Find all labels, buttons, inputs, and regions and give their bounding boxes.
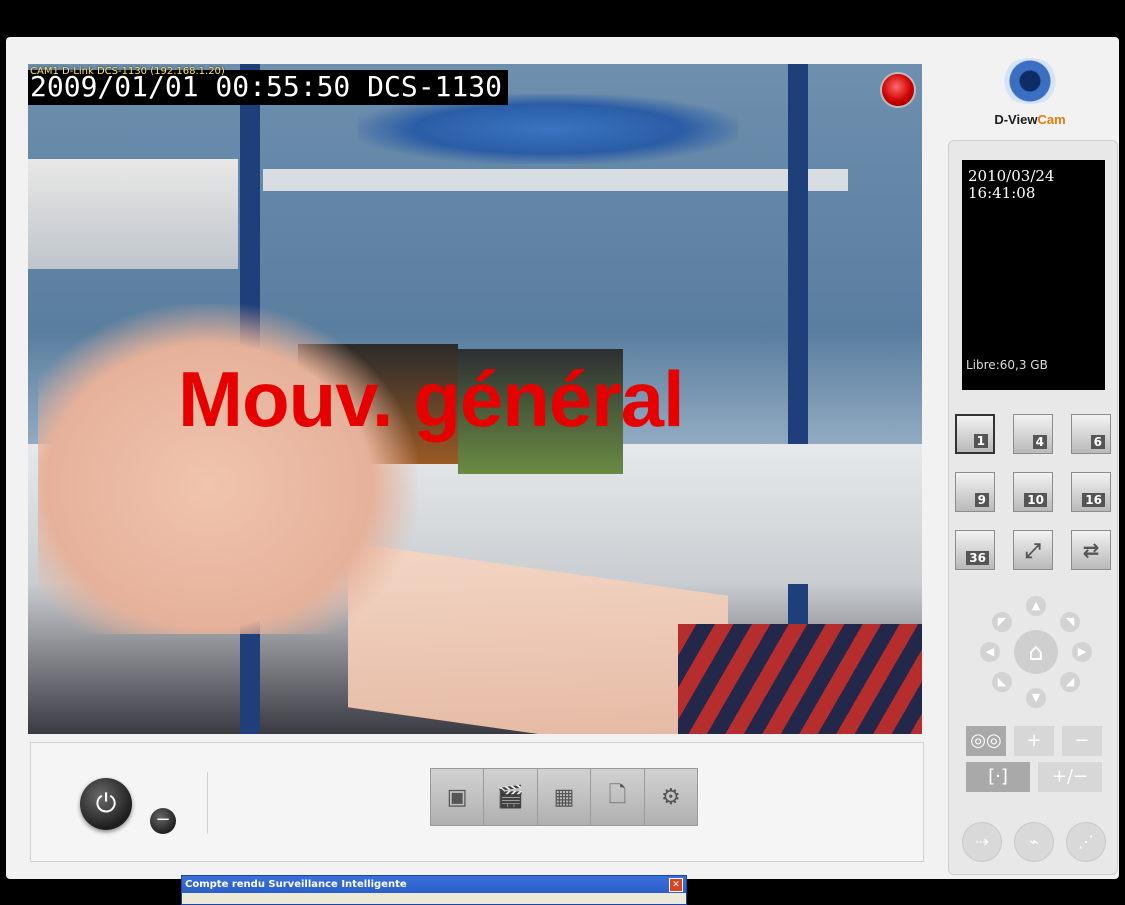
minimize-button[interactable]: − bbox=[150, 808, 176, 834]
layout-10-button[interactable]: 10 bbox=[1013, 472, 1053, 512]
power-icon: ⏻ bbox=[95, 789, 117, 819]
ptz-left-icon[interactable]: ◀ bbox=[980, 642, 1000, 662]
fullscreen-icon: ⤢ bbox=[1025, 538, 1041, 562]
divider bbox=[207, 772, 208, 834]
patrol-icon[interactable]: ⌁ bbox=[1014, 822, 1054, 862]
record-indicator-icon[interactable] bbox=[880, 72, 916, 108]
clapper-icon: 🎬 bbox=[496, 784, 525, 810]
motion-alert: Mouv. général bbox=[178, 355, 685, 443]
ptz-control: ▲ ◥ ▶ ◢ ▼ ◣ ◀ ◤ ⌂ bbox=[980, 596, 1092, 708]
io-icon[interactable]: ⇢ bbox=[962, 822, 1002, 862]
zoom-row: ◎◎ + − bbox=[966, 726, 1102, 756]
app-logo: D-ViewCam bbox=[985, 58, 1075, 138]
camera-label: CAM1 D-Link DCS-1130 (192.168.1.20) bbox=[30, 66, 225, 77]
layout-9-button[interactable]: 9 bbox=[955, 472, 995, 512]
fine-adjust-button[interactable]: +/− bbox=[1038, 762, 1102, 792]
layout-16-button[interactable]: 16 bbox=[1071, 472, 1111, 512]
sleeve bbox=[678, 624, 922, 734]
clock-display: 2010/03/24 16:41:08 Libre:60,3 GB bbox=[962, 160, 1105, 390]
logo-text-accent: Cam bbox=[1037, 112, 1066, 127]
layout-1-button[interactable]: 1 bbox=[955, 414, 995, 454]
ptz-up-icon[interactable]: ▲ bbox=[1026, 596, 1046, 616]
recording-button[interactable]: 🎬 bbox=[484, 769, 538, 825]
report-dialog[interactable]: Compte rendu Surveillance Intelligente ✕ bbox=[181, 875, 687, 905]
log-button[interactable]: 🗋 bbox=[591, 769, 645, 825]
camera-view[interactable]: CAM1 D-Link DCS-1130 (192.168.1.20) 2009… bbox=[28, 64, 922, 734]
layout-36-button[interactable]: 36 bbox=[955, 530, 995, 570]
power-button[interactable]: ⏻ bbox=[80, 778, 132, 830]
playback-button[interactable]: ▣ bbox=[431, 769, 485, 825]
layout-4-button[interactable]: 4 bbox=[1013, 414, 1053, 454]
clock-date: 2010/03/24 bbox=[968, 167, 1055, 185]
zoom-in-button[interactable]: + bbox=[1014, 726, 1054, 756]
gear-icon: ⚙ bbox=[660, 784, 681, 810]
logo-text: D-View bbox=[994, 112, 1038, 127]
schedule-button[interactable]: ▦ bbox=[537, 769, 592, 825]
document-icon: 🗋 bbox=[608, 783, 627, 808]
schedule-icon: ▦ bbox=[553, 784, 575, 810]
zoom-out-button[interactable]: − bbox=[1062, 726, 1102, 756]
playback-icon: ▣ bbox=[446, 784, 468, 810]
ptz-down-left-icon[interactable]: ◣ bbox=[992, 672, 1012, 692]
ptz-up-right-icon[interactable]: ◥ bbox=[1060, 612, 1080, 632]
ptz-up-left-icon[interactable]: ◤ bbox=[992, 612, 1012, 632]
shelf-top bbox=[263, 169, 848, 191]
ptz-down-right-icon[interactable]: ◢ bbox=[1060, 672, 1080, 692]
layout-6-button[interactable]: 6 bbox=[1071, 414, 1111, 454]
ptz-down-icon[interactable]: ▼ bbox=[1026, 688, 1046, 708]
eye-logo-icon bbox=[999, 58, 1061, 104]
clock-time: 16:41:08 bbox=[968, 184, 1036, 202]
focus-row: [·] +/− bbox=[966, 762, 1102, 792]
swap-icon: ⇄ bbox=[1082, 538, 1100, 562]
main-toolbar: ▣ 🎬 ▦ 🗋 ⚙ bbox=[430, 768, 698, 826]
ptz-right-icon[interactable]: ▶ bbox=[1072, 642, 1092, 662]
share-icon[interactable]: ⋰ bbox=[1066, 822, 1106, 862]
shelf-left bbox=[28, 159, 238, 269]
settings-button[interactable]: ⚙ bbox=[644, 769, 698, 825]
zoom-binoculars-icon[interactable]: ◎◎ bbox=[966, 726, 1006, 756]
dialog-body bbox=[182, 893, 686, 904]
swap-view-button[interactable]: ⇄ bbox=[1071, 530, 1111, 570]
free-space: Libre:60,3 GB bbox=[966, 358, 1048, 372]
dialog-title: Compte rendu Surveillance Intelligente bbox=[185, 879, 407, 890]
fullscreen-button[interactable]: ⤢ bbox=[1013, 530, 1053, 570]
focus-icon[interactable]: [·] bbox=[966, 762, 1030, 792]
ptz-home-icon[interactable]: ⌂ bbox=[1014, 630, 1058, 674]
close-icon[interactable]: ✕ bbox=[669, 878, 683, 892]
